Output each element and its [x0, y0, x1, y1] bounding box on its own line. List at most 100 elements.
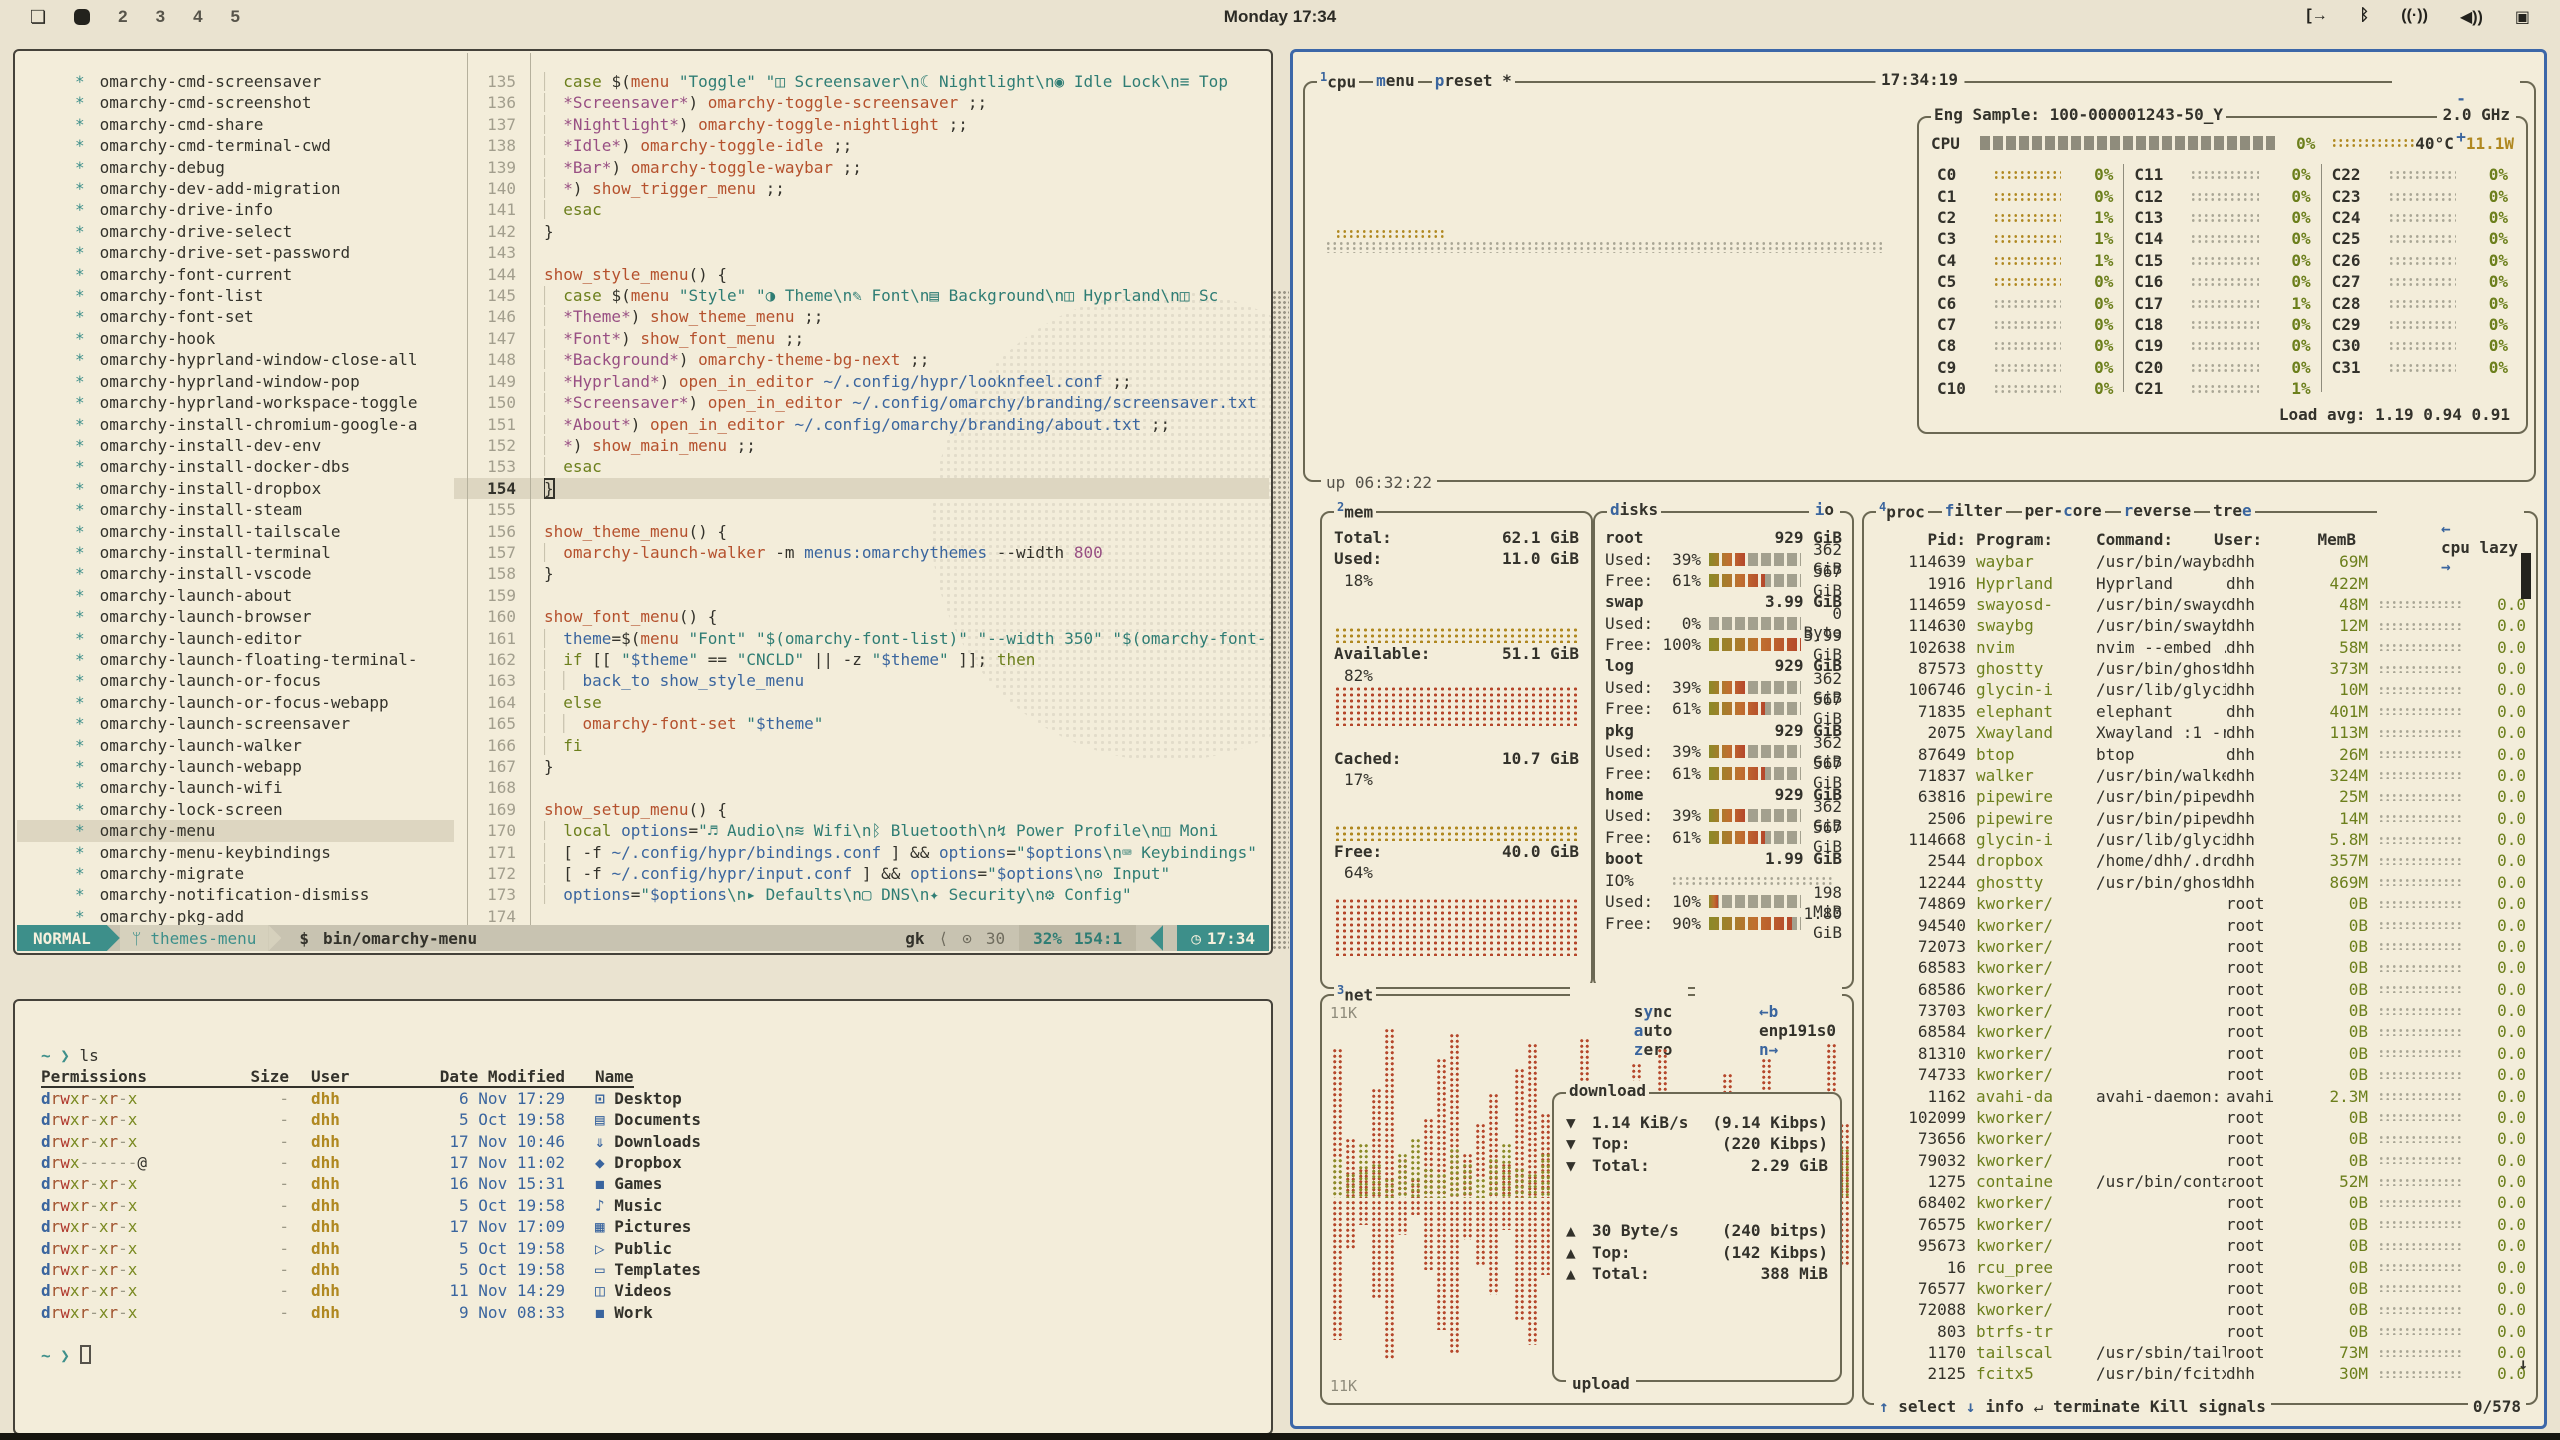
proc-row[interactable]: 95673kworker/root0B0.0 — [1864, 1235, 2536, 1256]
workspace-1-active[interactable] — [74, 9, 90, 25]
window-stack-icon[interactable]: ❏ — [30, 7, 46, 28]
file-item[interactable]: *omarchy-dev-add-migration — [17, 178, 454, 199]
file-item[interactable]: *omarchy-install-tailscale — [17, 521, 454, 542]
proc-tab[interactable]: tree — [2210, 501, 2255, 520]
file-item[interactable]: *omarchy-drive-info — [17, 199, 454, 220]
tab-cpu[interactable]: 1cpu — [1317, 70, 1359, 91]
file-item[interactable]: *omarchy-cmd-share — [17, 114, 454, 135]
proc-row[interactable]: 2506pipewire/usr/bin/pipewire-pulsedhh14… — [1864, 808, 2536, 829]
proc-row[interactable]: 81310kworker/root0B0.0 — [1864, 1043, 2536, 1064]
proc-row[interactable]: 1162avahi-daavahi-daemon: running [avahi… — [1864, 1085, 2536, 1106]
file-item[interactable]: *omarchy-cmd-screenshot — [17, 92, 454, 113]
file-item[interactable]: *omarchy-launch-webapp — [17, 756, 454, 777]
proc-row[interactable]: 73656kworker/root0B0.0 — [1864, 1128, 2536, 1149]
file-item[interactable]: *omarchy-hyprland-workspace-toggle — [17, 392, 454, 413]
bluetooth-icon[interactable]: ᛒ — [2360, 7, 2370, 27]
proc-row[interactable]: 803btrfs-trroot0B0.0 — [1864, 1321, 2536, 1342]
signals-action[interactable]: signals — [2193, 1397, 2270, 1416]
git-branch[interactable]: ᛘ themes-menu — [120, 925, 269, 951]
workspace-4[interactable]: 4 — [193, 7, 202, 27]
file-item[interactable]: *omarchy-install-chromium-google-a — [17, 414, 454, 435]
proc-row[interactable]: 106746glycin-i/usr/lib/glycin-loadersdhh… — [1864, 679, 2536, 700]
file-item[interactable]: *omarchy-install-steam — [17, 499, 454, 520]
proc-row[interactable]: 2544dropbox/home/dhh/.dropbox-distdhh357… — [1864, 850, 2536, 871]
proc-row[interactable]: 114659swayosd-/usr/bin/swayosd-serverdhh… — [1864, 594, 2536, 615]
proc-row[interactable]: 114630swaybg/usr/bin/swaybg -i /homdhh12… — [1864, 615, 2536, 636]
proc-row[interactable]: 2125fcitx5/usr/bin/fcitx5dhh30M0.0 — [1864, 1363, 2536, 1384]
tab-proc[interactable]: 4proc — [1876, 500, 1928, 521]
proc-row[interactable]: 74733kworker/root0B0.0 — [1864, 1064, 2536, 1085]
scroll-down-icon[interactable]: ↓ — [2518, 1354, 2528, 1373]
directory-name[interactable]: ▷ Public — [565, 1238, 672, 1259]
proc-row[interactable]: 68402kworker/root0B0.0 — [1864, 1192, 2536, 1213]
file-item[interactable]: *omarchy-cmd-terminal-cwd — [17, 135, 454, 156]
directory-name[interactable]: ▭ Templates — [565, 1259, 701, 1280]
proc-row[interactable]: 12244ghostty/usr/bin/ghostty --gtk-dhh86… — [1864, 872, 2536, 893]
logout-icon[interactable]: [→ — [2306, 7, 2327, 27]
shell-prompt-cursor[interactable]: ~ ❯ — [41, 1345, 1253, 1366]
proc-row[interactable]: 102099kworker/root0B0.0 — [1864, 1107, 2536, 1128]
directory-name[interactable]: ♪ Music — [565, 1195, 662, 1216]
proc-row[interactable]: 94540kworker/root0B0.0 — [1864, 914, 2536, 935]
tab-disks[interactable]: disks — [1607, 500, 1661, 519]
tab-mem[interactable]: 2mem — [1334, 500, 1376, 521]
file-item[interactable]: *omarchy-launch-browser — [17, 606, 454, 627]
proc-row[interactable]: 1275containe/usr/bin/containerdroot52M0.… — [1864, 1171, 2536, 1192]
file-item[interactable]: *omarchy-install-dropbox — [17, 478, 454, 499]
editor-window[interactable]: *omarchy-cmd-screensaver*omarchy-cmd-scr… — [13, 49, 1273, 955]
directory-name[interactable]: ▦ Pictures — [565, 1216, 691, 1237]
proc-row[interactable]: 114668glycin-i/usr/lib/glycin-loadersdhh… — [1864, 829, 2536, 850]
directory-name[interactable]: ⊡ Desktop — [565, 1088, 682, 1109]
kill-action[interactable]: Kill — [2145, 1397, 2194, 1416]
file-item[interactable]: *omarchy-launch-editor — [17, 628, 454, 649]
directory-name[interactable]: ◆ Dropbox — [565, 1152, 682, 1173]
proc-row[interactable]: 68586kworker/root0B0.0 — [1864, 979, 2536, 1000]
workspace-2[interactable]: 2 — [118, 7, 127, 27]
terminate-action[interactable]: terminate — [2048, 1397, 2145, 1416]
proc-row[interactable]: 87649btopbtopdhh26M0.0 — [1864, 743, 2536, 764]
select-action[interactable]: ↑ select ↓ — [1874, 1397, 1980, 1416]
proc-row[interactable]: 79032kworker/root0B0.0 — [1864, 1150, 2536, 1171]
file-item[interactable]: *omarchy-install-terminal — [17, 542, 454, 563]
file-item[interactable]: *omarchy-notification-dismiss — [17, 884, 454, 905]
tab-menu[interactable]: menu — [1373, 71, 1418, 90]
code-pane[interactable]: ▏ case $(menu "Toggle" "◫ Screensaver\n☾… — [544, 71, 1267, 927]
proc-row[interactable]: 1170tailscal/usr/sbin/tailscaled --root7… — [1864, 1342, 2536, 1363]
proc-tab[interactable]: reverse — [2121, 501, 2194, 520]
proc-row[interactable]: 76577kworker/root0B0.0 — [1864, 1278, 2536, 1299]
directory-name[interactable]: ⇓ Downloads — [565, 1131, 701, 1152]
file-item[interactable]: *omarchy-launch-or-focus-webapp — [17, 692, 454, 713]
file-item[interactable]: *omarchy-install-vscode — [17, 563, 454, 584]
workspace-5[interactable]: 5 — [231, 7, 240, 27]
proc-row[interactable]: 68583kworker/root0B0.0 — [1864, 957, 2536, 978]
proc-scrollbar[interactable] — [2521, 553, 2531, 599]
network-icon[interactable]: ((·)) — [2401, 7, 2428, 27]
proc-row[interactable]: 63816pipewire/usr/bin/pipewiredhh25M0.0 — [1864, 786, 2536, 807]
file-item[interactable]: *omarchy-hyprland-window-close-all — [17, 349, 454, 370]
file-item[interactable]: *omarchy-drive-set-password — [17, 242, 454, 263]
proc-row[interactable]: 102638nvimnvim --embed .dhh58M0.0 — [1864, 637, 2536, 658]
file-item[interactable]: *omarchy-font-current — [17, 264, 454, 285]
proc-row[interactable]: 16rcu_preeroot0B0.0 — [1864, 1256, 2536, 1277]
file-item[interactable]: *omarchy-launch-wifi — [17, 777, 454, 798]
file-item[interactable]: *omarchy-launch-floating-terminal- — [17, 649, 454, 670]
proc-row[interactable]: 73703kworker/root0B0.0 — [1864, 1000, 2536, 1021]
directory-name[interactable]: ▤ Documents — [565, 1109, 701, 1130]
file-item[interactable]: *omarchy-hook — [17, 328, 454, 349]
info-action[interactable]: info ↵ — [1980, 1397, 2048, 1416]
file-item[interactable]: *omarchy-font-list — [17, 285, 454, 306]
file-item[interactable]: *omarchy-lock-screen — [17, 799, 454, 820]
file-item[interactable]: *omarchy-menu-keybindings — [17, 842, 454, 863]
tab-preset[interactable]: preset * — [1432, 71, 1515, 90]
proc-row[interactable]: 72073kworker/root0B0.0 — [1864, 936, 2536, 957]
proc-nav-right[interactable]: → — [2441, 557, 2451, 576]
workspace-3[interactable]: 3 — [156, 7, 165, 27]
proc-tab[interactable]: per-core — [2022, 501, 2105, 520]
file-item[interactable]: *omarchy-launch-about — [17, 585, 454, 606]
tab-io[interactable]: io — [1809, 500, 1840, 519]
directory-name[interactable]: ◼ Games — [565, 1173, 662, 1194]
proc-row[interactable]: 71837walker/usr/bin/walker --gappldhh324… — [1864, 765, 2536, 786]
proc-row[interactable]: 87573ghostty/usr/bin/ghostty --gtk-dhh37… — [1864, 658, 2536, 679]
file-item[interactable]: *omarchy-install-docker-dbs — [17, 456, 454, 477]
file-item[interactable]: *omarchy-drive-select — [17, 221, 454, 242]
